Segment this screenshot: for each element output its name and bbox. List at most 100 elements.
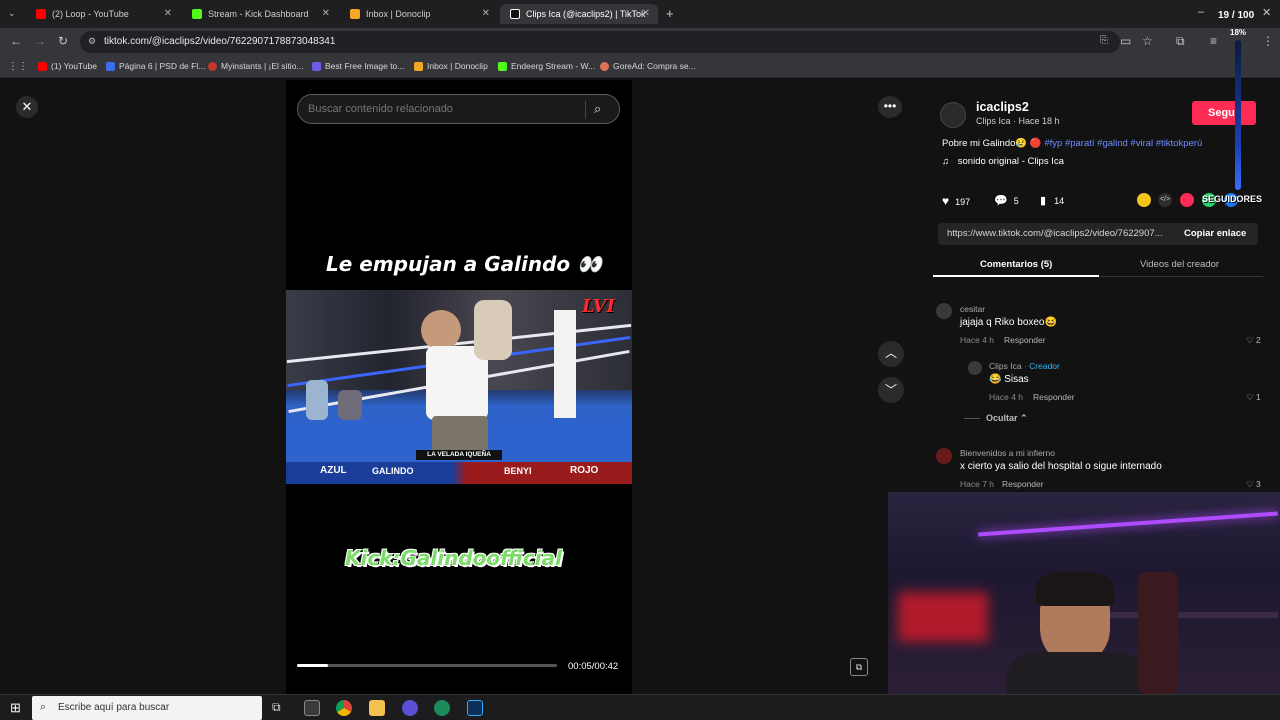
sound-label: sonido original - Clips Ica bbox=[957, 156, 1064, 167]
heart-outline-icon: ♡ bbox=[1246, 392, 1254, 402]
tab-donoclip[interactable]: Inbox | Donoclip ✕ bbox=[340, 4, 498, 24]
led-strip bbox=[978, 511, 1278, 537]
scoreboard-name1: GALINDO bbox=[372, 466, 414, 476]
tab-title: Clips Ica (@icaclips2) | TikTok bbox=[526, 9, 646, 19]
tab-comments[interactable]: Comentarios (5) bbox=[980, 259, 1052, 270]
chrome-icon[interactable] bbox=[336, 700, 352, 716]
bookmark-psd[interactable]: Página 6 | PSD de Fl... bbox=[106, 61, 205, 71]
comment-like[interactable]: ♡ 3 bbox=[1246, 479, 1261, 490]
percent-overlay: 18% bbox=[1230, 28, 1247, 37]
tab-tiktok[interactable]: Clips Ica (@icaclips2) | TikTok ✕ bbox=[500, 4, 658, 24]
avatar[interactable] bbox=[940, 102, 966, 128]
close-icon[interactable]: ✕ bbox=[322, 8, 330, 19]
bookmark-label: Inbox | Donoclip bbox=[427, 61, 488, 71]
comment-user[interactable]: Bienvenidos a mi infierno bbox=[960, 448, 1055, 458]
back-icon[interactable]: ← bbox=[10, 34, 22, 48]
bookmark-image[interactable]: Best Free Image to... bbox=[312, 61, 404, 71]
address-url: tiktok.com/@icaclips2/video/762290717887… bbox=[104, 36, 336, 47]
store-icon[interactable] bbox=[304, 700, 320, 716]
bookmark-myinstants[interactable]: Myinstants | ¡El sitio... bbox=[208, 61, 304, 71]
extensions-icon[interactable]: ⧉ bbox=[1176, 34, 1185, 49]
forward-icon[interactable]: → bbox=[34, 34, 46, 48]
photoshop-icon[interactable] bbox=[467, 700, 483, 716]
floating-player-icon[interactable]: ⧉ bbox=[850, 658, 868, 676]
hashtags[interactable]: #fyp #paratí #galind #viral #tiktokperú bbox=[1044, 138, 1202, 149]
tab-kick[interactable]: Stream - Kick Dashboard ✕ bbox=[182, 4, 338, 24]
reply-button[interactable]: Responder bbox=[1002, 479, 1044, 489]
tab-title: (2) Loop - YouTube bbox=[52, 9, 129, 19]
task-view-icon[interactable]: ⧉ bbox=[272, 700, 281, 715]
share-icon[interactable] bbox=[1180, 193, 1194, 207]
windows-taskbar: ⊞ ⌕ Escribe aquí para buscar ⧉ bbox=[0, 694, 1280, 720]
taskbar-search[interactable]: ⌕ Escribe aquí para buscar bbox=[32, 696, 262, 720]
translate-icon[interactable]: ⎘ bbox=[1100, 35, 1108, 46]
video-top-caption: Le empujan a Galindo 👀 bbox=[326, 252, 603, 276]
bookmark-label: (1) YouTube bbox=[51, 61, 97, 71]
close-icon[interactable]: ✕ bbox=[482, 8, 490, 19]
comment-like[interactable]: ♡ 2 bbox=[1246, 335, 1261, 346]
goread-icon bbox=[600, 61, 609, 71]
search-icon[interactable]: ⌕ bbox=[594, 101, 601, 117]
reply-button[interactable]: Responder bbox=[1033, 392, 1075, 402]
comment-avatar[interactable] bbox=[936, 448, 952, 464]
donoclip-icon bbox=[414, 61, 423, 71]
more-options-button[interactable]: ••• bbox=[878, 96, 902, 118]
embed-icon[interactable]: </> bbox=[1158, 193, 1172, 207]
next-video-button[interactable]: ﹀ bbox=[878, 377, 904, 403]
close-video-button[interactable]: ✕ bbox=[16, 96, 38, 118]
comment-time: Hace 4 h bbox=[960, 335, 995, 345]
bookmark-kick[interactable]: Endeerg Stream - W... bbox=[498, 61, 595, 71]
comment-avatar[interactable] bbox=[936, 303, 952, 319]
comment-avatar[interactable] bbox=[968, 361, 982, 375]
kick-icon bbox=[498, 61, 507, 71]
app-green-icon[interactable] bbox=[434, 700, 450, 716]
search-input[interactable] bbox=[308, 103, 578, 115]
bookmark-donoclip[interactable]: Inbox | Donoclip bbox=[414, 61, 488, 71]
tab-title: Inbox | Donoclip bbox=[366, 9, 431, 19]
previous-video-button[interactable]: ︿ bbox=[878, 341, 904, 367]
bookmark-goread[interactable]: GoreAd: Compra se... bbox=[600, 61, 696, 71]
save-button[interactable]: ▮ 14 bbox=[1040, 194, 1064, 207]
new-tab-button[interactable]: + bbox=[666, 6, 674, 21]
bookmark-youtube[interactable]: (1) YouTube bbox=[38, 61, 97, 71]
boxer-shorts bbox=[432, 416, 488, 452]
cast-icon[interactable]: ▭ bbox=[1120, 34, 1131, 48]
follow-button[interactable]: Segu bbox=[1192, 101, 1256, 125]
close-icon[interactable]: ✕ bbox=[164, 8, 172, 19]
coin-icon[interactable] bbox=[1137, 193, 1151, 207]
search-divider bbox=[585, 101, 586, 119]
like-button[interactable]: ♥ 197 bbox=[942, 194, 970, 208]
video-time: 00:05/00:42 bbox=[568, 661, 619, 672]
minimize-button[interactable]: – bbox=[1198, 6, 1204, 18]
comment-like-count: 1 bbox=[1256, 392, 1261, 402]
close-window-button[interactable]: ✕ bbox=[1262, 6, 1271, 19]
close-icon[interactable]: ✕ bbox=[642, 8, 650, 19]
playlist-icon[interactable]: ≡ bbox=[1210, 34, 1217, 48]
comment-user[interactable]: cesitar bbox=[960, 304, 985, 314]
post-sound[interactable]: ♫ sonido original - Clips Ica bbox=[942, 156, 1064, 167]
site-info-icon[interactable]: ⚙ bbox=[88, 36, 96, 47]
progress-track[interactable] bbox=[297, 664, 557, 667]
post-username[interactable]: icaclips2 bbox=[976, 100, 1029, 114]
comment-button[interactable]: 💬 5 bbox=[994, 194, 1019, 207]
reply-button[interactable]: Responder bbox=[1004, 335, 1046, 345]
address-bar[interactable]: ⚙ tiktok.com/@icaclips2/video/7622907178… bbox=[80, 31, 1120, 53]
tab-search-icon[interactable]: ⌄ bbox=[8, 8, 16, 19]
star-icon[interactable]: ☆ bbox=[1142, 34, 1153, 48]
reload-icon[interactable]: ↻ bbox=[58, 34, 68, 48]
windows-start-icon[interactable]: ⊞ bbox=[10, 700, 21, 716]
hide-replies-button[interactable]: Ocultar ⌃ bbox=[986, 413, 1028, 424]
video-link[interactable]: https://www.tiktok.com/@icaclips2/video/… bbox=[947, 228, 1163, 239]
tab-youtube[interactable]: (2) Loop - YouTube ✕ bbox=[26, 4, 180, 24]
copy-link-button[interactable]: Copiar enlace bbox=[1184, 228, 1246, 239]
app-circle-icon[interactable] bbox=[402, 700, 418, 716]
tab-creator-videos[interactable]: Videos del creador bbox=[1140, 259, 1219, 270]
file-explorer-icon[interactable] bbox=[369, 700, 385, 716]
browser-toolbar: ← → ↻ ⚙ tiktok.com/@icaclips2/video/7622… bbox=[0, 28, 1280, 56]
myinstants-icon bbox=[208, 61, 217, 71]
apps-icon[interactable]: ⋮⋮ bbox=[8, 61, 28, 72]
youtube-icon bbox=[36, 9, 46, 19]
comment-like[interactable]: ♡ 1 bbox=[1246, 392, 1261, 403]
comment-user[interactable]: Clips Ica · Creador bbox=[989, 361, 1060, 371]
menu-icon[interactable]: ⋮ bbox=[1262, 34, 1274, 48]
